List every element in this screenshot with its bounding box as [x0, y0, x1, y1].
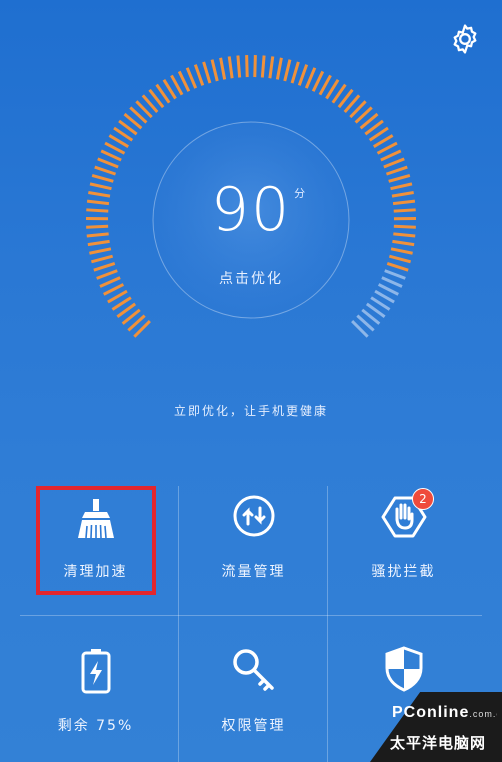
tile-label: 剩余 75%: [57, 718, 134, 734]
gauge-tick: [268, 56, 275, 79]
notification-badge: 2: [412, 488, 434, 510]
highlight-box: [36, 486, 156, 595]
gauge-tick: [185, 67, 198, 89]
gauge-tick: [392, 239, 415, 247]
tile-data-management[interactable]: 流量管理: [170, 478, 337, 620]
score-value: 90 分: [210, 175, 308, 245]
gauge-tick: [260, 55, 266, 78]
tile-label: 骚扰拦截: [371, 564, 436, 580]
gauge-tick: [385, 165, 408, 176]
gauge-tick: [304, 67, 317, 89]
gauge-tick: [390, 247, 413, 255]
watermark-cn: 太平洋电脑网: [390, 734, 487, 752]
key-icon: [232, 649, 274, 691]
tile-battery[interactable]: 剩余 75%: [12, 620, 179, 762]
data-transfer-icon: [233, 495, 274, 537]
tip-text: 立即优化，让手机更健康: [173, 404, 328, 418]
gauge-tick: [388, 254, 412, 264]
gauge-tick: [383, 157, 405, 169]
gauge-tick: [297, 64, 309, 86]
optimize-label[interactable]: 点击优化: [0, 268, 502, 288]
gauge-tick: [219, 57, 227, 80]
tile-permission-management[interactable]: 权限管理: [170, 620, 337, 762]
gauge-tick: [90, 254, 114, 264]
tile-harassment-block[interactable]: 2 骚扰拦截: [320, 478, 487, 620]
gauge-tick: [97, 157, 119, 169]
gauge-tick: [227, 56, 234, 79]
battery-icon: [81, 649, 110, 694]
tile-label: 权限管理: [221, 718, 286, 734]
gauge-tick: [275, 57, 283, 80]
gauge-tick: [87, 239, 110, 247]
gauge-tick: [94, 165, 117, 176]
gauge-tick: [104, 141, 126, 155]
watermark-brand: PConline.com.cn: [392, 704, 497, 721]
gauge-tick: [245, 55, 249, 78]
score-display[interactable]: 90 分: [0, 180, 502, 240]
gauge-tick: [193, 64, 205, 86]
gauge-tick: [210, 59, 219, 82]
gauge-tick: [380, 149, 402, 162]
gauge-tick: [283, 59, 292, 82]
tile-label: 流量管理: [221, 564, 286, 580]
gauge-tick: [290, 61, 300, 84]
gauge-tick: [253, 55, 257, 78]
gauge-tick: [177, 70, 191, 92]
shield-icon: [385, 646, 422, 692]
gauge-tick: [202, 61, 212, 84]
gauge-tick: [89, 247, 112, 255]
gauge-tick: [311, 70, 325, 92]
gauge-tick: [100, 149, 122, 162]
gauge-tick: [376, 141, 398, 155]
pconline-watermark: PConline.com.cn 太平洋电脑网: [370, 692, 502, 762]
gauge-tick: [236, 55, 242, 78]
score-unit: 分: [294, 187, 308, 200]
